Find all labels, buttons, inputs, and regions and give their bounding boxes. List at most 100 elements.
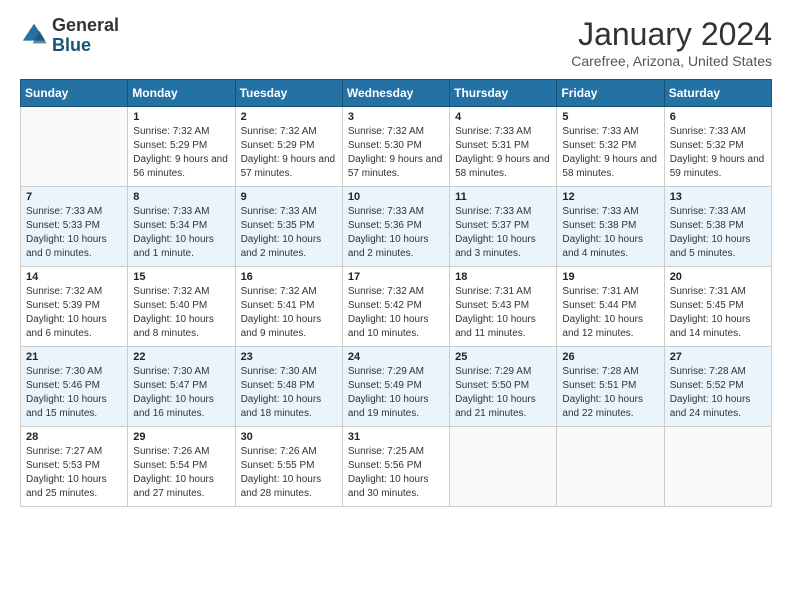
- week-row-1: 1 Sunrise: 7:32 AMSunset: 5:29 PMDaylight…: [21, 107, 772, 187]
- day-info: Sunrise: 7:28 AMSunset: 5:51 PMDaylight:…: [562, 365, 658, 421]
- day-number: 6: [670, 111, 766, 123]
- day-number: 8: [133, 191, 229, 203]
- day-info: Sunrise: 7:33 AMSunset: 5:37 PMDaylight:…: [455, 205, 551, 261]
- header-row: SundayMondayTuesdayWednesdayThursdayFrid…: [21, 80, 772, 107]
- title-area: January 2024 Carefree, Arizona, United S…: [571, 16, 772, 69]
- calendar-table: SundayMondayTuesdayWednesdayThursdayFrid…: [20, 79, 772, 507]
- logo-icon: [20, 21, 48, 49]
- day-info: Sunrise: 7:33 AMSunset: 5:34 PMDaylight:…: [133, 205, 229, 261]
- day-number: 18: [455, 271, 551, 283]
- day-info: Sunrise: 7:32 AMSunset: 5:42 PMDaylight:…: [348, 285, 444, 341]
- logo-blue-text: Blue: [52, 35, 91, 55]
- day-cell: 29Sunrise: 7:26 AMSunset: 5:54 PMDayligh…: [128, 427, 235, 507]
- day-number: 20: [670, 271, 766, 283]
- header-cell-monday: Monday: [128, 80, 235, 107]
- day-number: 30: [241, 431, 337, 443]
- header-cell-thursday: Thursday: [450, 80, 557, 107]
- day-cell: 30Sunrise: 7:26 AMSunset: 5:55 PMDayligh…: [235, 427, 342, 507]
- day-info: Sunrise: 7:33 AMSunset: 5:38 PMDaylight:…: [670, 205, 766, 261]
- day-number: 3: [348, 111, 444, 123]
- day-cell: 6 Sunrise: 7:33 AMSunset: 5:32 PMDaylight…: [664, 107, 771, 187]
- day-number: 4: [455, 111, 551, 123]
- day-cell: 13 Sunrise: 7:33 AMSunset: 5:38 PMDayligh…: [664, 187, 771, 267]
- day-number: 28: [26, 431, 122, 443]
- calendar-subtitle: Carefree, Arizona, United States: [571, 53, 772, 69]
- day-cell: 24 Sunrise: 7:29 AMSunset: 5:49 PMDayligh…: [342, 347, 449, 427]
- day-cell: 11 Sunrise: 7:33 AMSunset: 5:37 PMDayligh…: [450, 187, 557, 267]
- day-cell: 7 Sunrise: 7:33 AMSunset: 5:33 PMDaylight…: [21, 187, 128, 267]
- header-cell-sunday: Sunday: [21, 80, 128, 107]
- day-info: Sunrise: 7:33 AMSunset: 5:32 PMDaylight:…: [562, 125, 658, 181]
- day-info: Sunrise: 7:33 AMSunset: 5:31 PMDaylight:…: [455, 125, 551, 181]
- day-info: Sunrise: 7:31 AMSunset: 5:43 PMDaylight:…: [455, 285, 551, 341]
- day-number: 10: [348, 191, 444, 203]
- day-number: 7: [26, 191, 122, 203]
- day-cell: 1 Sunrise: 7:32 AMSunset: 5:29 PMDaylight…: [128, 107, 235, 187]
- day-cell: 25 Sunrise: 7:29 AMSunset: 5:50 PMDayligh…: [450, 347, 557, 427]
- day-number: 31: [348, 431, 444, 443]
- day-info: Sunrise: 7:32 AMSunset: 5:39 PMDaylight:…: [26, 285, 122, 341]
- day-number: 17: [348, 271, 444, 283]
- day-info: Sunrise: 7:32 AMSunset: 5:30 PMDaylight:…: [348, 125, 444, 181]
- day-number: 19: [562, 271, 658, 283]
- day-info: Sunrise: 7:33 AMSunset: 5:36 PMDaylight:…: [348, 205, 444, 261]
- day-cell: 23Sunrise: 7:30 AMSunset: 5:48 PMDayligh…: [235, 347, 342, 427]
- day-cell: 8 Sunrise: 7:33 AMSunset: 5:34 PMDaylight…: [128, 187, 235, 267]
- day-number: 5: [562, 111, 658, 123]
- week-row-5: 28 Sunrise: 7:27 AMSunset: 5:53 PMDayligh…: [21, 427, 772, 507]
- logo: General Blue: [20, 16, 119, 56]
- day-number: 11: [455, 191, 551, 203]
- day-number: 9: [241, 191, 337, 203]
- day-number: 14: [26, 271, 122, 283]
- day-cell: 10 Sunrise: 7:33 AMSunset: 5:36 PMDayligh…: [342, 187, 449, 267]
- day-info: Sunrise: 7:27 AMSunset: 5:53 PMDaylight:…: [26, 445, 122, 501]
- week-row-3: 14 Sunrise: 7:32 AMSunset: 5:39 PMDayligh…: [21, 267, 772, 347]
- day-cell: 19Sunrise: 7:31 AMSunset: 5:44 PMDayligh…: [557, 267, 664, 347]
- day-number: 27: [670, 351, 766, 363]
- header-cell-saturday: Saturday: [664, 80, 771, 107]
- day-number: 22: [133, 351, 229, 363]
- calendar-title: January 2024: [571, 16, 772, 53]
- day-cell: 20Sunrise: 7:31 AMSunset: 5:45 PMDayligh…: [664, 267, 771, 347]
- logo-general-text: General: [52, 15, 119, 35]
- day-cell: 12 Sunrise: 7:33 AMSunset: 5:38 PMDayligh…: [557, 187, 664, 267]
- day-number: 21: [26, 351, 122, 363]
- header-cell-wednesday: Wednesday: [342, 80, 449, 107]
- header-cell-friday: Friday: [557, 80, 664, 107]
- day-number: 25: [455, 351, 551, 363]
- day-number: 24: [348, 351, 444, 363]
- day-cell: 18 Sunrise: 7:31 AMSunset: 5:43 PMDayligh…: [450, 267, 557, 347]
- day-cell: 28 Sunrise: 7:27 AMSunset: 5:53 PMDayligh…: [21, 427, 128, 507]
- day-cell: 14 Sunrise: 7:32 AMSunset: 5:39 PMDayligh…: [21, 267, 128, 347]
- header-cell-tuesday: Tuesday: [235, 80, 342, 107]
- day-cell: 22 Sunrise: 7:30 AMSunset: 5:47 PMDayligh…: [128, 347, 235, 427]
- day-cell: 3 Sunrise: 7:32 AMSunset: 5:30 PMDaylight…: [342, 107, 449, 187]
- day-info: Sunrise: 7:25 AMSunset: 5:56 PMDaylight:…: [348, 445, 444, 501]
- day-info: Sunrise: 7:33 AMSunset: 5:32 PMDaylight:…: [670, 125, 766, 181]
- day-cell: [21, 107, 128, 187]
- day-info: Sunrise: 7:29 AMSunset: 5:50 PMDaylight:…: [455, 365, 551, 421]
- day-info: Sunrise: 7:33 AMSunset: 5:33 PMDaylight:…: [26, 205, 122, 261]
- day-cell: 16Sunrise: 7:32 AMSunset: 5:41 PMDayligh…: [235, 267, 342, 347]
- day-number: 16: [241, 271, 337, 283]
- day-info: Sunrise: 7:30 AMSunset: 5:48 PMDaylight:…: [241, 365, 337, 421]
- day-cell: [450, 427, 557, 507]
- day-number: 12: [562, 191, 658, 203]
- day-cell: 17 Sunrise: 7:32 AMSunset: 5:42 PMDayligh…: [342, 267, 449, 347]
- header: General Blue January 2024 Carefree, Ariz…: [20, 16, 772, 69]
- day-number: 1: [133, 111, 229, 123]
- day-info: Sunrise: 7:29 AMSunset: 5:49 PMDaylight:…: [348, 365, 444, 421]
- day-cell: 9 Sunrise: 7:33 AMSunset: 5:35 PMDaylight…: [235, 187, 342, 267]
- day-info: Sunrise: 7:30 AMSunset: 5:47 PMDaylight:…: [133, 365, 229, 421]
- day-info: Sunrise: 7:33 AMSunset: 5:38 PMDaylight:…: [562, 205, 658, 261]
- day-cell: 31 Sunrise: 7:25 AMSunset: 5:56 PMDayligh…: [342, 427, 449, 507]
- day-number: 29: [133, 431, 229, 443]
- day-info: Sunrise: 7:32 AMSunset: 5:29 PMDaylight:…: [133, 125, 229, 181]
- day-cell: 26Sunrise: 7:28 AMSunset: 5:51 PMDayligh…: [557, 347, 664, 427]
- day-cell: 5 Sunrise: 7:33 AMSunset: 5:32 PMDaylight…: [557, 107, 664, 187]
- day-info: Sunrise: 7:33 AMSunset: 5:35 PMDaylight:…: [241, 205, 337, 261]
- week-row-4: 21Sunrise: 7:30 AMSunset: 5:46 PMDayligh…: [21, 347, 772, 427]
- day-number: 2: [241, 111, 337, 123]
- day-cell: [664, 427, 771, 507]
- day-number: 13: [670, 191, 766, 203]
